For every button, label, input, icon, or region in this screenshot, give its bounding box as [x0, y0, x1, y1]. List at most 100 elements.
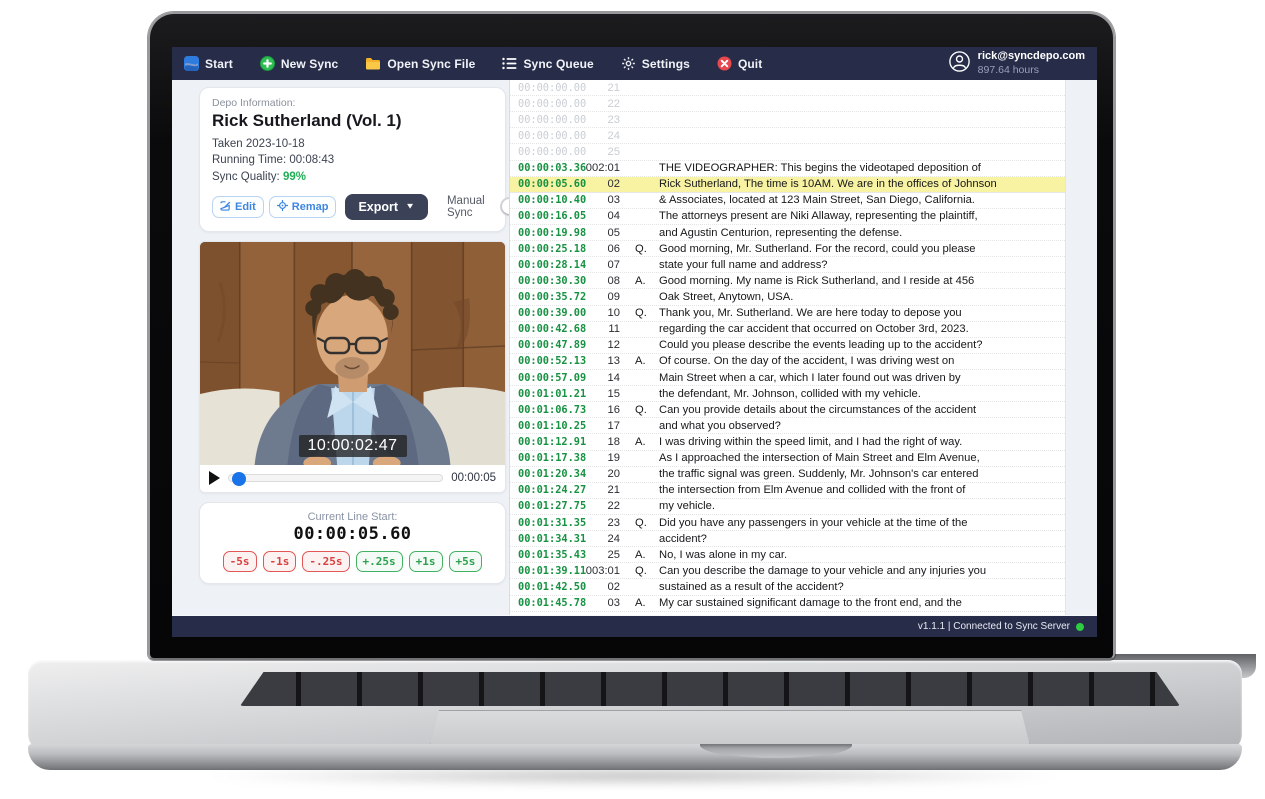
menu-item-start[interactable]: Start	[184, 56, 233, 71]
plus-1s-button[interactable]: +1s	[409, 551, 443, 572]
depo-sync-quality: Sync Quality: 99%	[212, 169, 493, 185]
row-line-number: 22	[580, 500, 620, 512]
play-button[interactable]	[209, 471, 220, 485]
transcript-row[interactable]: 00:00:35.7209Oak Street, Anytown, USA.	[510, 289, 1065, 305]
laptop-screen-bezel: Start New Sync Open Sync File	[148, 12, 1115, 660]
user-account[interactable]: rick@syncdepo.com 897.64 hours	[949, 50, 1085, 77]
plus-5s-button[interactable]: +5s	[449, 551, 483, 572]
row-timecode: 00:00:35.72	[510, 291, 580, 303]
row-line-number: 15	[580, 388, 620, 400]
transcript-scrollbar[interactable]	[1065, 80, 1097, 615]
minus-quarter-s-button[interactable]: -.25s	[302, 551, 349, 572]
transcript-row[interactable]: 00:00:47.8912Could you please describe t…	[510, 338, 1065, 354]
row-text: the defendant, Mr. Johnson, collided wit…	[659, 388, 1065, 400]
transcript-row[interactable]: 00:00:03.36002:01THE VIDEOGRAPHER: This …	[510, 161, 1065, 177]
menu-item-label: Open Sync File	[387, 57, 475, 71]
transcript-row[interactable]: 00:01:45.7803A.My car sustained signific…	[510, 596, 1065, 612]
transcript-row[interactable]: 00:01:10.2517and what you observed?	[510, 418, 1065, 434]
seek-thumb[interactable]	[232, 472, 246, 486]
video-frame[interactable]: 10:00:02:47	[200, 242, 505, 465]
row-line-number: 23	[580, 517, 620, 529]
transcript-row[interactable]: 00:00:30.3008A.Good morning. My name is …	[510, 273, 1065, 289]
transcript-row[interactable]: 00:00:52.1313A.Of course. On the day of …	[510, 354, 1065, 370]
row-timecode: 00:01:39.11	[510, 565, 580, 577]
row-line-number: 25	[580, 549, 620, 561]
laptop-trackpad	[430, 710, 1030, 746]
row-line-number: 11	[580, 323, 620, 335]
transcript-row[interactable]: 00:01:42.5002sustained as a result of th…	[510, 579, 1065, 595]
transcript-row[interactable]: 00:01:34.3124accident?	[510, 531, 1065, 547]
row-timecode: 00:00:57.09	[510, 372, 580, 384]
row-text: Good morning, Mr. Sutherland. For the re…	[659, 243, 1065, 255]
transcript-row[interactable]: 00:00:42.6811regarding the car accident …	[510, 322, 1065, 338]
row-line-number: 02	[580, 581, 620, 593]
transcript-row[interactable]: 00:00:57.0914Main Street when a car, whi…	[510, 370, 1065, 386]
row-line-number: 04	[580, 210, 620, 222]
remap-button[interactable]: Remap	[269, 196, 337, 218]
depo-taken-date: Taken 2023-10-18	[212, 136, 493, 152]
plus-quarter-s-button[interactable]: +.25s	[356, 551, 403, 572]
video-timecode-overlay: 10:00:02:47	[298, 435, 406, 457]
transcript-row[interactable]: 00:01:31.3523Q.Did you have any passenge…	[510, 515, 1065, 531]
row-text: the traffic signal was green. Suddenly, …	[659, 468, 1065, 480]
row-speaker-marker: A.	[635, 275, 659, 287]
menu-item-label: Settings	[642, 57, 690, 71]
transcript-panel: 00:00:00.002100:00:00.002200:00:00.00230…	[509, 80, 1097, 615]
transcript-row[interactable]: 00:00:00.0021	[510, 80, 1065, 96]
remap-button-label: Remap	[292, 201, 329, 213]
transcript-row[interactable]: 00:01:06.7316Q.Can you provide details a…	[510, 402, 1065, 418]
transcript-row[interactable]: 00:01:17.3819As I approached the interse…	[510, 451, 1065, 467]
row-timecode: 00:01:10.25	[510, 420, 580, 432]
gear-icon	[621, 56, 636, 71]
seek-bar[interactable]	[228, 474, 443, 482]
minus-5s-button[interactable]: -5s	[223, 551, 257, 572]
minus-1s-button[interactable]: -1s	[263, 551, 297, 572]
row-line-number: 002:01	[580, 162, 620, 174]
transcript-row[interactable]: 00:00:39.0010Q.Thank you, Mr. Sutherland…	[510, 306, 1065, 322]
menu-item-new-sync[interactable]: New Sync	[260, 56, 339, 71]
row-timecode: 00:00:25.18	[510, 243, 580, 255]
menu-item-sync-queue[interactable]: Sync Queue	[502, 57, 593, 71]
transcript-row[interactable]: 00:00:16.0504The attorneys present are N…	[510, 209, 1065, 225]
transcript-row[interactable]: 00:01:39.11003:01Q.Can you describe the …	[510, 563, 1065, 579]
left-panel: Depo Information: Rick Sutherland (Vol. …	[172, 80, 509, 615]
transcript-row[interactable]: 00:00:28.1407state your full name and ad…	[510, 257, 1065, 273]
transcript-row[interactable]: 00:00:00.0023	[510, 112, 1065, 128]
transcript-row[interactable]: 00:00:25.1806Q.Good morning, Mr. Sutherl…	[510, 241, 1065, 257]
transcript-row[interactable]: 00:00:00.0024	[510, 128, 1065, 144]
row-text: As I approached the intersection of Main…	[659, 452, 1065, 464]
row-line-number: 16	[580, 404, 620, 416]
depo-title: Rick Sutherland (Vol. 1)	[212, 111, 493, 131]
transcript-row[interactable]: 00:01:01.2115the defendant, Mr. Johnson,…	[510, 386, 1065, 402]
transcript-row[interactable]: 00:01:27.7522my vehicle.	[510, 499, 1065, 515]
transcript-row[interactable]: 00:00:00.0022	[510, 96, 1065, 112]
manual-sync-label: Manual Sync	[447, 195, 494, 219]
close-circle-icon	[717, 56, 732, 71]
export-button[interactable]: Export ▼	[345, 194, 428, 220]
laptop-keyboard	[240, 672, 1180, 706]
transcript-row[interactable]: 00:01:35.4325A.No, I was alone in my car…	[510, 547, 1065, 563]
row-timecode: 00:00:52.13	[510, 355, 580, 367]
edit-button[interactable]: Edit	[212, 196, 264, 218]
row-timecode: 00:01:27.75	[510, 500, 580, 512]
transcript-row[interactable]: 00:00:19.9805and Agustin Centurion, repr…	[510, 225, 1065, 241]
transcript-row[interactable]: 00:00:05.6002Rick Sutherland, The time i…	[510, 177, 1065, 193]
row-timecode: 00:00:00.00	[510, 82, 580, 94]
screenshot-stage: Start New Sync Open Sync File	[0, 0, 1265, 799]
menu-item-open-sync-file[interactable]: Open Sync File	[365, 57, 475, 71]
app-body: Depo Information: Rick Sutherland (Vol. …	[172, 80, 1097, 615]
transcript-row[interactable]: 00:01:12.9118A.I was driving within the …	[510, 434, 1065, 450]
folder-icon	[365, 57, 381, 71]
menu-item-settings[interactable]: Settings	[621, 56, 690, 71]
transcript-row[interactable]: 00:01:20.3420the traffic signal was gree…	[510, 467, 1065, 483]
depo-running-time: Running Time: 00:08:43	[212, 152, 493, 168]
depo-info-card: Depo Information: Rick Sutherland (Vol. …	[199, 87, 506, 232]
menu-item-quit[interactable]: Quit	[717, 56, 762, 71]
row-line-number: 05	[580, 227, 620, 239]
menubar: Start New Sync Open Sync File	[172, 47, 1097, 80]
transcript-row[interactable]: 00:01:24.2721the intersection from Elm A…	[510, 483, 1065, 499]
transcript-row[interactable]: 00:00:10.4003& Associates, located at 12…	[510, 193, 1065, 209]
remap-crosshair-icon	[277, 200, 288, 214]
row-text: The attorneys present are Niki Allaway, …	[659, 210, 1065, 222]
transcript-row[interactable]: 00:00:00.0025	[510, 144, 1065, 160]
